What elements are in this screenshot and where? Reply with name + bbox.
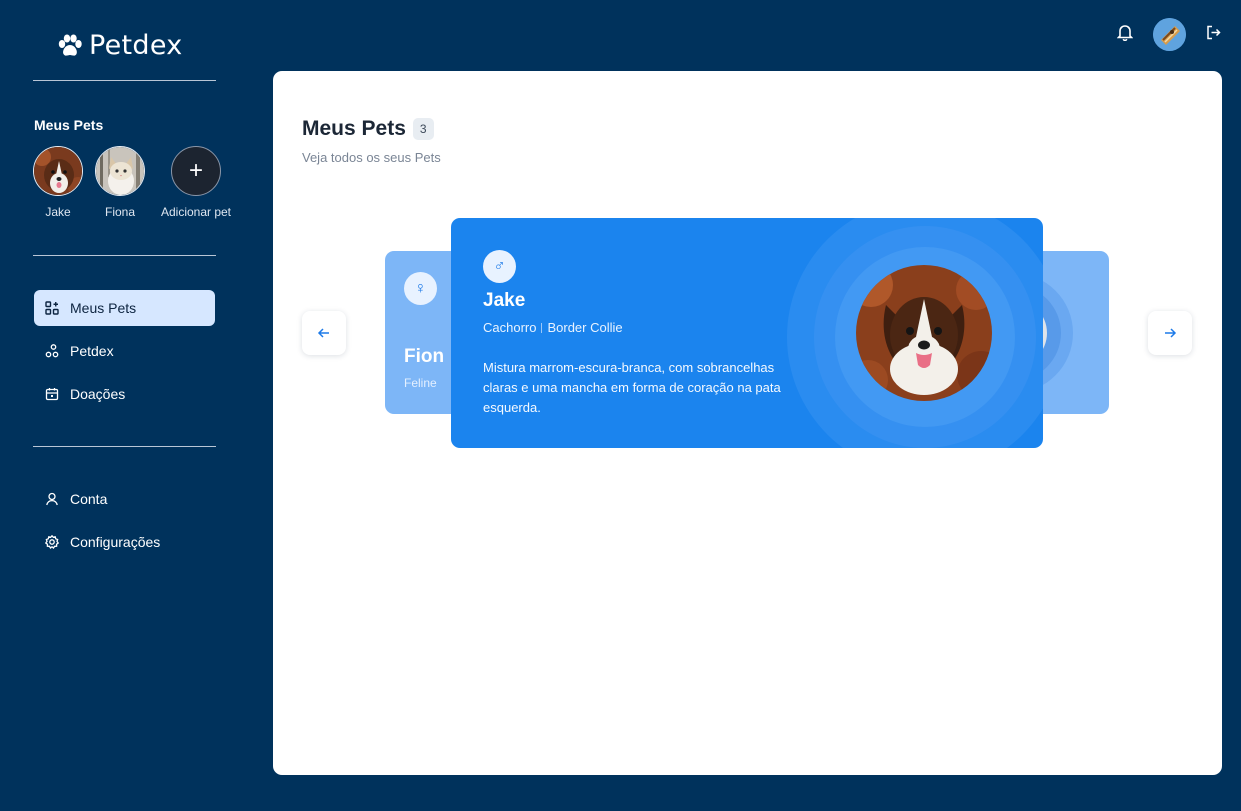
bell-icon[interactable]: [1116, 24, 1134, 46]
female-icon: ♀: [404, 272, 437, 305]
pet-breed: Border Collie: [547, 320, 623, 335]
pet-photo: [856, 265, 992, 401]
main-panel: Meus Pets 3 Veja todos os seus Pets ♀ Fi…: [273, 71, 1222, 775]
app-logo[interactable]: Petdex: [57, 30, 183, 61]
carousel-next-button[interactable]: [1148, 311, 1192, 355]
pet-count-badge: 3: [412, 118, 434, 140]
pet-avatar-list: Jake Fiona + Adicionar pet: [33, 146, 234, 219]
pet-name: Jake: [483, 290, 526, 311]
nav-item-label: Doações: [70, 386, 126, 402]
app-name: Petdex: [89, 30, 183, 61]
nav-item-label: Petdex: [70, 343, 114, 359]
pet-meta: Cachorro Border Collie: [483, 320, 623, 335]
main-nav: Meus Pets Petdex Doações: [34, 290, 215, 419]
nodes-icon: [44, 343, 60, 359]
page-header: Meus Pets 3 Veja todos os seus Pets: [302, 117, 441, 165]
add-pet-label: Adicionar pet: [160, 205, 232, 219]
user-avatar[interactable]: [1153, 18, 1186, 51]
plus-icon: +: [171, 146, 221, 196]
pet-card-current[interactable]: ♂ Jake Cachorro Border Collie Mistura ma…: [451, 218, 1043, 448]
add-pet-button[interactable]: + Adicionar pet: [158, 146, 234, 219]
sidebar: Petdex Meus Pets Jake Fiona + Adicionar …: [0, 0, 250, 811]
sidebar-divider: [33, 446, 216, 447]
pet-avatar-label: Jake: [45, 205, 71, 219]
avatar: [95, 146, 145, 196]
page-subtitle: Veja todos os seus Pets: [302, 150, 441, 165]
logout-icon[interactable]: [1206, 25, 1221, 45]
arrow-right-icon: [1165, 328, 1177, 338]
topbar: [1116, 18, 1221, 51]
pet-avatar-jake[interactable]: Jake: [33, 146, 83, 219]
nav-item-configuracoes[interactable]: Configurações: [34, 524, 215, 560]
arrow-left-icon: [317, 328, 329, 338]
nav-item-meus-pets[interactable]: Meus Pets: [34, 290, 215, 326]
pet-avatar-fiona[interactable]: Fiona: [95, 146, 145, 219]
nav-item-conta[interactable]: Conta: [34, 481, 215, 517]
account-nav: Conta Configurações: [34, 481, 215, 567]
nav-item-doacoes[interactable]: Doações: [34, 376, 215, 412]
carousel-prev-button[interactable]: [302, 311, 346, 355]
pet-avatar-label: Fiona: [104, 205, 136, 219]
pet-description: Mistura marrom-escura-branca, com sobran…: [483, 360, 781, 415]
grid-icon: [44, 300, 60, 316]
sidebar-divider: [33, 80, 216, 81]
pet-species: Feline: [404, 376, 437, 390]
pet-name: Fion: [404, 346, 445, 367]
meta-separator: [541, 322, 543, 333]
page-title: Meus Pets: [302, 117, 406, 140]
nav-item-petdex[interactable]: Petdex: [34, 333, 215, 369]
calendar-icon: [44, 386, 60, 402]
nav-item-label: Configurações: [70, 534, 161, 550]
avatar: [33, 146, 83, 196]
nav-item-label: Conta: [70, 491, 108, 507]
gear-icon: [44, 534, 60, 550]
pet-species: Cachorro: [483, 320, 537, 335]
my-pets-section-title: Meus Pets: [34, 117, 104, 133]
nav-item-label: Meus Pets: [70, 300, 137, 316]
user-icon: [44, 491, 60, 507]
sidebar-divider: [33, 255, 216, 256]
male-icon: ♂: [483, 250, 516, 283]
paw-icon: [58, 34, 82, 56]
